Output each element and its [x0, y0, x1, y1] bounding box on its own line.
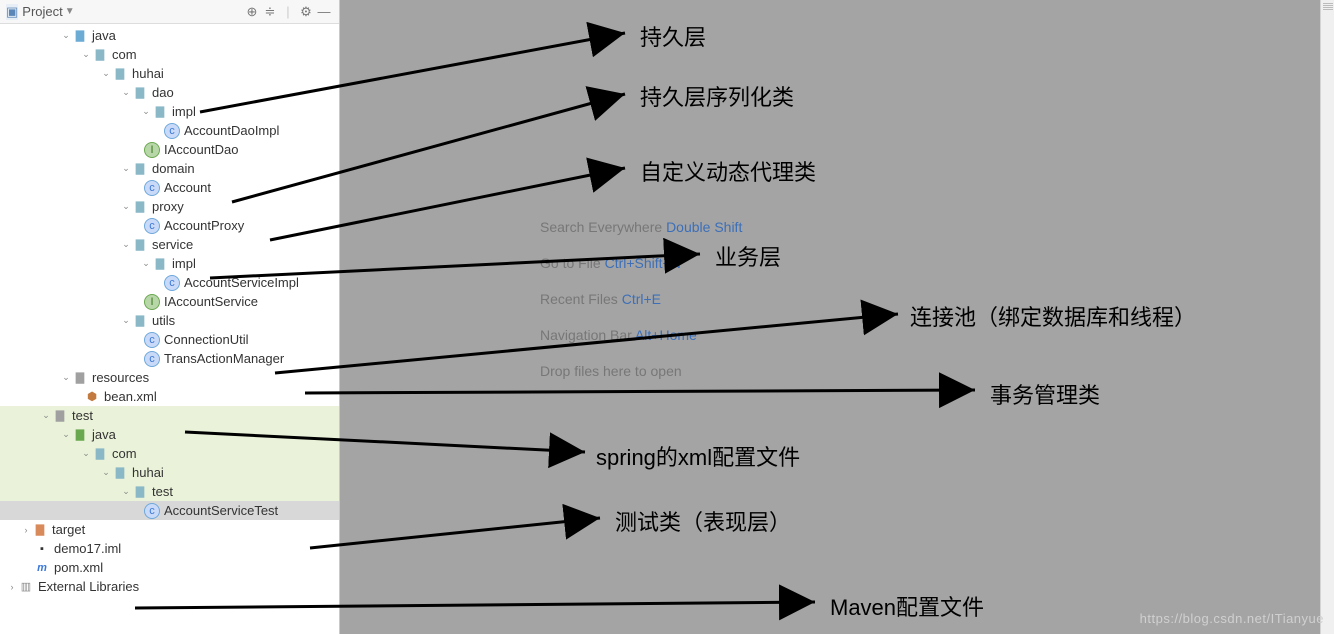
folder-icon: ▇: [72, 370, 88, 386]
package-icon: ▇: [112, 465, 128, 481]
library-icon: ▥: [18, 579, 34, 595]
tree-connection-util[interactable]: cConnectionUtil: [0, 330, 339, 349]
project-tree[interactable]: ▇java ▇com ▇huhai ▇dao ▇impl cAccountDao…: [0, 24, 339, 596]
tree-trans-action-manager[interactable]: cTransActionManager: [0, 349, 339, 368]
tree-iaccount-service[interactable]: IIAccountService: [0, 292, 339, 311]
package-icon: ▇: [152, 256, 168, 272]
tree-test-huhai[interactable]: ▇huhai: [0, 463, 339, 482]
interface-icon: I: [144, 294, 160, 310]
folder-icon: ▇: [32, 522, 48, 538]
tree-test[interactable]: ▇test: [0, 406, 339, 425]
shortcut: Alt+Home: [635, 327, 697, 343]
annotation-proxy: 自定义动态代理类: [640, 155, 816, 187]
right-gutter: [1320, 0, 1334, 634]
tree-com[interactable]: ▇com: [0, 45, 339, 64]
package-icon: ▇: [152, 104, 168, 120]
tree-demo-iml[interactable]: ▪demo17.iml: [0, 539, 339, 558]
folder-icon: ▇: [72, 427, 88, 443]
class-icon: c: [144, 351, 160, 367]
shortcut: Ctrl+E: [622, 291, 661, 307]
tree-test-test[interactable]: ▇test: [0, 482, 339, 501]
interface-icon: I: [144, 142, 160, 158]
package-icon: ▇: [132, 85, 148, 101]
minimize-icon[interactable]: —: [315, 4, 333, 19]
xml-icon: ⬢: [84, 389, 100, 405]
tree-service[interactable]: ▇service: [0, 235, 339, 254]
project-titlebar[interactable]: ▣ Project ▼ ⊕ ≑ | ⚙ —: [0, 0, 339, 24]
tree-bean-xml[interactable]: ⬢bean.xml: [0, 387, 339, 406]
shortcut: Ctrl+Shift+N: [605, 255, 681, 271]
project-title: Project: [22, 4, 62, 19]
tree-domain[interactable]: ▇domain: [0, 159, 339, 178]
class-icon: c: [144, 218, 160, 234]
tree-test-com[interactable]: ▇com: [0, 444, 339, 463]
package-icon: ▇: [132, 199, 148, 215]
annotation-tx-manager: 事务管理类: [990, 378, 1100, 410]
watermark: https://blog.csdn.net/ITianyue: [1140, 611, 1324, 626]
annotation-dao: 持久层: [640, 20, 706, 52]
tree-account[interactable]: cAccount: [0, 178, 339, 197]
tree-resources[interactable]: ▇resources: [0, 368, 339, 387]
package-icon: ▇: [92, 47, 108, 63]
iml-icon: ▪: [34, 541, 50, 557]
annotation-maven: Maven配置文件: [830, 590, 984, 622]
tree-account-dao-impl[interactable]: cAccountDaoImpl: [0, 121, 339, 140]
package-icon: ▇: [112, 66, 128, 82]
tree-pom-xml[interactable]: mpom.xml: [0, 558, 339, 577]
annotation-service: 业务层: [715, 240, 781, 272]
tree-test-java[interactable]: ▇java: [0, 425, 339, 444]
tree-account-proxy[interactable]: cAccountProxy: [0, 216, 339, 235]
shortcut: Double Shift: [666, 219, 742, 235]
tree-dao-impl[interactable]: ▇impl: [0, 102, 339, 121]
annotation-spring-xml: spring的xml配置文件: [596, 440, 800, 472]
class-icon: c: [164, 275, 180, 291]
gear-icon[interactable]: ⚙: [297, 4, 315, 20]
tree-target[interactable]: ▇target: [0, 520, 339, 539]
annotation-conn-pool: 连接池（绑定数据库和线程）: [910, 300, 1196, 332]
package-icon: ▇: [132, 161, 148, 177]
package-icon: ▇: [132, 237, 148, 253]
class-icon: c: [164, 123, 180, 139]
folder-icon: ▇: [72, 28, 88, 44]
locate-icon[interactable]: ⊕: [243, 4, 261, 20]
package-icon: ▇: [132, 484, 148, 500]
class-icon: c: [144, 180, 160, 196]
package-icon: ▇: [92, 446, 108, 462]
annotation-domain: 持久层序列化类: [640, 80, 794, 112]
tree-java[interactable]: ▇java: [0, 26, 339, 45]
folder-icon: ▇: [52, 408, 68, 424]
class-icon: c: [144, 503, 160, 519]
tree-utils[interactable]: ▇utils: [0, 311, 339, 330]
tree-external-libraries[interactable]: ▥External Libraries: [0, 577, 339, 596]
tree-account-service-test[interactable]: cAccountServiceTest: [0, 501, 339, 520]
chevron-down-icon: ▼: [65, 6, 75, 17]
class-icon: c: [144, 332, 160, 348]
maven-icon: m: [34, 560, 50, 576]
tree-proxy[interactable]: ▇proxy: [0, 197, 339, 216]
tree-dao[interactable]: ▇dao: [0, 83, 339, 102]
collapse-icon[interactable]: ≑: [261, 4, 279, 20]
project-icon: ▣: [6, 4, 18, 20]
annotation-test: 测试类（表现层）: [615, 505, 791, 537]
package-icon: ▇: [132, 313, 148, 329]
tree-iaccount-dao[interactable]: IIAccountDao: [0, 140, 339, 159]
tree-account-service-impl[interactable]: cAccountServiceImpl: [0, 273, 339, 292]
tree-service-impl[interactable]: ▇impl: [0, 254, 339, 273]
editor-hints: Search Everywhere Double Shift Go to Fil…: [540, 209, 742, 389]
tree-huhai[interactable]: ▇huhai: [0, 64, 339, 83]
